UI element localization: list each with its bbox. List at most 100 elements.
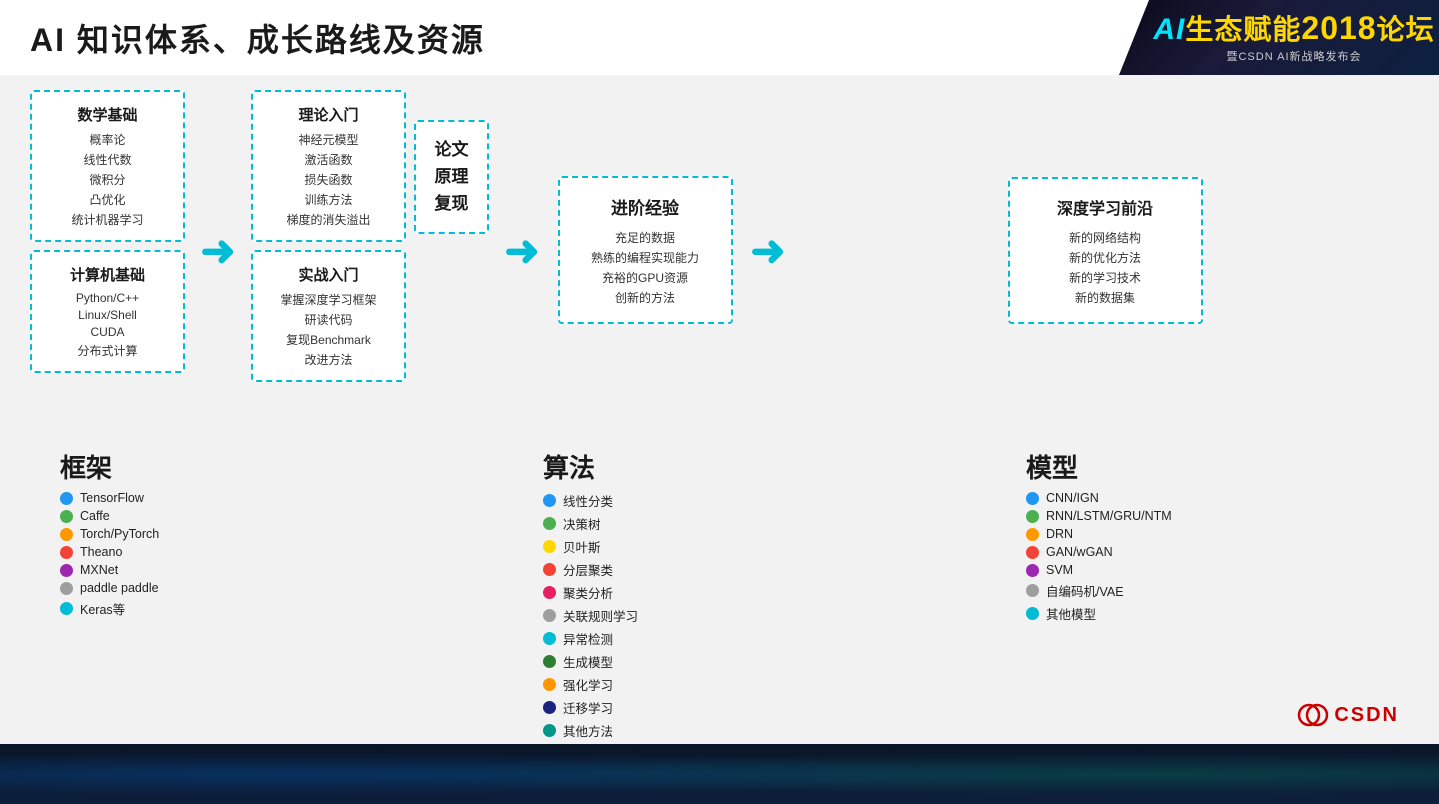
caffe-dot — [60, 510, 73, 523]
csdn-icon — [1297, 699, 1329, 731]
model-items: CNN/IGN RNN/LSTM/GRU/NTM DRN GAN/wGAN SV… — [1026, 491, 1172, 623]
drn-dot — [1026, 528, 1039, 541]
framework-legend: 框架 TensorFlow Caffe Torch/PyTorch Theano — [30, 448, 443, 740]
computer-item-3: CUDA — [90, 325, 124, 339]
paper-title: 论文原理复现 — [426, 136, 477, 218]
deep-item-3: 新的学习技术 — [1069, 269, 1141, 286]
legend-drn: DRN — [1026, 527, 1172, 541]
gan-label: GAN/wGAN — [1046, 545, 1113, 559]
logo-ai: AI — [1153, 13, 1185, 46]
torch-dot — [60, 528, 73, 541]
arrow-3-icon: ➜ — [750, 226, 785, 275]
bayes-label: 贝叶斯 — [563, 537, 601, 556]
theory-item-2: 激活函数 — [304, 151, 352, 168]
theory-box: 理论入门 神经元模型 激活函数 损失函数 训练方法 梯度的消失溢出 — [251, 90, 406, 242]
legend-other-model: 其他模型 — [1026, 604, 1172, 623]
drn-label: DRN — [1046, 527, 1073, 541]
autoencoder-label: 自编码机/VAE — [1046, 581, 1124, 600]
logo-eco: 生态赋能 — [1185, 14, 1301, 45]
other-model-dot — [1026, 607, 1039, 620]
legend-mxnet: MXNet — [60, 563, 159, 577]
legend-rl: 强化学习 — [543, 675, 638, 694]
theory-item-5: 梯度的消失溢出 — [286, 211, 370, 228]
deep-title: 深度学习前沿 — [1024, 195, 1187, 219]
legend-hierarchical: 分层聚类 — [543, 560, 638, 579]
advanced-box: 进阶经验 充足的数据 熟练的编程实现能力 充裕的GPU资源 创新的方法 — [558, 176, 733, 324]
paper-col: 论文原理复现 — [414, 90, 489, 234]
csdn-logo: CSDN — [1297, 699, 1399, 731]
cnn-dot — [1026, 492, 1039, 505]
legend-gan: GAN/wGAN — [1026, 545, 1172, 559]
legend-caffe: Caffe — [60, 509, 159, 523]
mxnet-dot — [60, 564, 73, 577]
decision-dot — [543, 517, 556, 530]
hierarchical-dot — [543, 563, 556, 576]
practice-items: 掌握深度学习框架 研读代码 复现Benchmark 改进方法 — [269, 291, 388, 368]
practice-item-1: 掌握深度学习框架 — [280, 291, 376, 308]
generative-label: 生成模型 — [563, 652, 613, 671]
theory-item-1: 神经元模型 — [298, 131, 358, 148]
paper-box: 论文原理复现 — [414, 120, 489, 234]
rl-label: 强化学习 — [563, 675, 613, 694]
keras-label: Keras等 — [80, 599, 125, 618]
math-item-2: 线性代数 — [83, 151, 131, 168]
generative-dot — [543, 655, 556, 668]
other-model-label: 其他模型 — [1046, 604, 1096, 623]
legend-linear: 线性分类 — [543, 491, 638, 510]
bayes-dot — [543, 540, 556, 553]
legend-rnn: RNN/LSTM/GRU/NTM — [1026, 509, 1172, 523]
decision-label: 决策树 — [563, 514, 601, 533]
math-item-1: 概率论 — [89, 131, 125, 148]
legend-autoencoder: 自编码机/VAE — [1026, 581, 1172, 600]
advanced-item-2: 熟练的编程实现能力 — [591, 249, 699, 266]
paddle-dot — [60, 582, 73, 595]
linear-dot — [543, 494, 556, 507]
math-title: 数学基础 — [48, 104, 167, 125]
arrow-2: ➜ — [497, 90, 547, 410]
practice-title: 实战入门 — [269, 264, 388, 285]
deep-item-1: 新的网络结构 — [1069, 229, 1141, 246]
algorithm-title: 算法 — [543, 448, 595, 485]
practice-item-4: 改进方法 — [304, 351, 352, 368]
computer-items: Python/C++ Linux/Shell CUDA 分布式计算 — [48, 291, 167, 359]
rl-dot — [543, 678, 556, 691]
computer-title: 计算机基础 — [48, 264, 167, 285]
transfer-dot — [543, 701, 556, 714]
framework-items: TensorFlow Caffe Torch/PyTorch Theano MX… — [60, 491, 159, 618]
advanced-item-1: 充足的数据 — [615, 229, 675, 246]
deep-item-4: 新的数据集 — [1075, 289, 1135, 306]
tensorflow-label: TensorFlow — [80, 491, 144, 505]
legend-cnn: CNN/IGN — [1026, 491, 1172, 505]
legend-decision: 决策树 — [543, 514, 638, 533]
other-algo-dot — [543, 724, 556, 737]
legend-tensorflow: TensorFlow — [60, 491, 159, 505]
paddle-label: paddle paddle — [80, 581, 159, 595]
cluster-dot — [543, 586, 556, 599]
rnn-dot — [1026, 510, 1039, 523]
transfer-label: 迁移学习 — [563, 698, 613, 717]
legend-generative: 生成模型 — [543, 652, 638, 671]
math-item-4: 凸优化 — [89, 191, 125, 208]
model-legend: 模型 CNN/IGN RNN/LSTM/GRU/NTM DRN GAN/wGAN — [926, 448, 1409, 740]
logo-forum: 论坛 — [1377, 14, 1435, 45]
bottom-bar: CSDN — [0, 744, 1439, 804]
arrow-1: ➜ — [193, 90, 243, 410]
math-item-5: 统计机器学习 — [71, 211, 143, 228]
legend-torch: Torch/PyTorch — [60, 527, 159, 541]
logo-main-text: AI生态赋能2018论坛 — [1153, 11, 1434, 46]
torch-label: Torch/PyTorch — [80, 527, 159, 541]
rnn-label: RNN/LSTM/GRU/NTM — [1046, 509, 1172, 523]
theory-items: 神经元模型 激活函数 损失函数 训练方法 梯度的消失溢出 — [269, 131, 388, 228]
cluster-label: 聚类分析 — [563, 583, 613, 602]
event-logo: AI生态赋能2018论坛 暨CSDN AI新战略发布会 — [1119, 0, 1439, 75]
computer-item-2: Linux/Shell — [78, 308, 137, 322]
tensorflow-dot — [60, 492, 73, 505]
association-label: 关联规则学习 — [563, 606, 638, 625]
logo-subtitle: 暨CSDN AI新战略发布会 — [1226, 48, 1361, 64]
legend-keras: Keras等 — [60, 599, 159, 618]
computer-box: 计算机基础 Python/C++ Linux/Shell CUDA 分布式计算 — [30, 250, 185, 373]
theory-item-4: 训练方法 — [304, 191, 352, 208]
col-theory: 理论入门 神经元模型 激活函数 损失函数 训练方法 梯度的消失溢出 实战入门 掌… — [251, 90, 406, 382]
legends-area: 框架 TensorFlow Caffe Torch/PyTorch Theano — [30, 448, 1409, 740]
association-dot — [543, 609, 556, 622]
